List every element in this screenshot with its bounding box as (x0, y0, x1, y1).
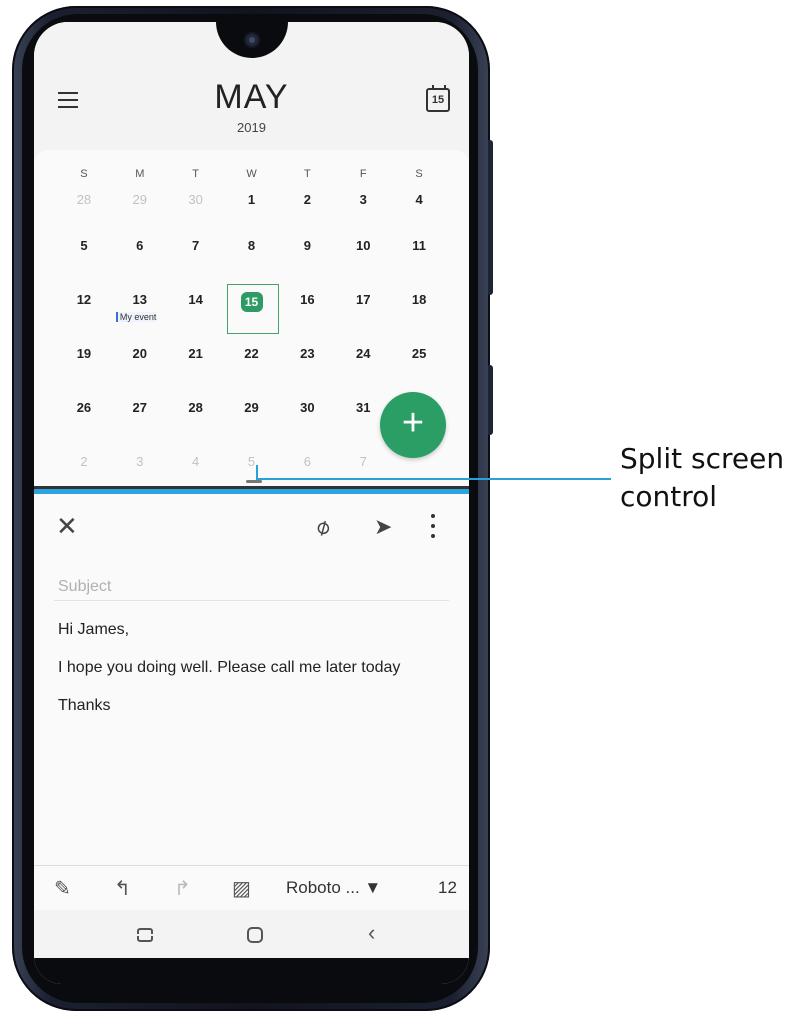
formatting-toolbar: ✎ ↰ ↱ ▨ Roboto ... ▼ 12 (34, 865, 469, 910)
month-title[interactable]: MAY (34, 78, 469, 117)
calendar-day[interactable]: 29 (224, 392, 280, 446)
more-options-icon[interactable] (430, 514, 436, 538)
redo-icon[interactable]: ↱ (174, 876, 191, 901)
calendar-day[interactable]: 30 (279, 392, 335, 446)
recent-apps-icon[interactable] (137, 928, 153, 942)
power-button (488, 365, 493, 435)
calendar-day[interactable]: 29 (112, 188, 168, 230)
add-event-button[interactable]: + (380, 392, 446, 458)
calendar-day[interactable]: 13 My event (112, 284, 168, 338)
calendar-month-view: S M T W T F S 28 29 30 1 2 3 4 5 6 7 8 9… (34, 150, 469, 488)
calendar-day[interactable]: 7 (168, 230, 224, 284)
message-signoff: Thanks (58, 697, 111, 714)
callout-line-2: control (620, 480, 718, 513)
message-body[interactable]: Hi James, I hope you doing well. Please … (58, 620, 448, 734)
calendar-week: 5 6 7 8 9 10 11 (56, 230, 447, 284)
calendar-grid: 28 29 30 1 2 3 4 5 6 7 8 9 10 11 12 13 M… (56, 188, 447, 500)
calendar-day[interactable]: 25 (391, 338, 447, 392)
weekday-label: F (359, 168, 367, 180)
font-selector[interactable]: Roboto ... ▼ (286, 878, 381, 898)
today-calendar-icon[interactable]: 15 (426, 85, 450, 112)
weekday-label: S (415, 168, 423, 180)
calendar-day[interactable]: 30 (168, 188, 224, 230)
attach-icon[interactable]: ⌀ (310, 512, 334, 541)
home-icon[interactable] (247, 927, 263, 943)
callout-line-1: Split screen (620, 442, 785, 475)
calendar-day[interactable]: 3 (335, 188, 391, 230)
calendar-week: 28 29 30 1 2 3 4 (56, 188, 447, 230)
subject-field[interactable]: Subject (58, 578, 111, 596)
calendar-day[interactable]: 27 (112, 392, 168, 446)
calendar-day[interactable]: 21 (168, 338, 224, 392)
selected-day-outline (226, 284, 279, 334)
compose-toolbar: ✕ ⌀ ➤ (34, 494, 469, 560)
calendar-day-number: 13 (132, 292, 148, 307)
calendar-day[interactable]: 22 (224, 338, 280, 392)
calendar-day[interactable]: 8 (224, 230, 280, 284)
calendar-day[interactable]: 11 (391, 230, 447, 284)
insert-image-icon[interactable]: ▨ (232, 876, 251, 901)
navigation-bar: ‹ (34, 910, 469, 958)
split-screen-divider[interactable] (34, 486, 469, 494)
volume-button (488, 140, 493, 295)
calendar-day[interactable]: 16 (279, 284, 335, 338)
calendar-day[interactable]: 6 (112, 230, 168, 284)
weekday-header: S M T W T F S (34, 168, 469, 180)
phone-screen: MAY 2019 15 S M T W T F S 28 29 30 1 2 3… (34, 22, 469, 984)
send-icon[interactable]: ➤ (374, 514, 392, 540)
calendar-day[interactable]: 26 (56, 392, 112, 446)
back-icon[interactable]: ‹ (368, 920, 375, 946)
calendar-day[interactable]: 20 (112, 338, 168, 392)
calendar-day[interactable]: 12 (56, 284, 112, 338)
calendar-week: 19 20 21 22 23 24 25 (56, 338, 447, 392)
calendar-day[interactable]: 17 (335, 284, 391, 338)
calendar-day[interactable]: 2 (279, 188, 335, 230)
calendar-day[interactable]: 19 (56, 338, 112, 392)
calendar-day[interactable]: 10 (335, 230, 391, 284)
weekday-label: T (304, 168, 311, 180)
calendar-day[interactable]: 9 (279, 230, 335, 284)
calendar-day-today[interactable]: 15 (224, 284, 280, 338)
close-icon[interactable]: ✕ (56, 513, 78, 539)
subject-divider (54, 600, 449, 601)
event-chip[interactable]: My event (115, 312, 157, 322)
calendar-day[interactable]: 1 (224, 188, 280, 230)
calendar-day[interactable]: 24 (335, 338, 391, 392)
font-size-selector[interactable]: 12 (438, 878, 457, 898)
weekday-label: S (80, 168, 88, 180)
calendar-day[interactable]: 18 (391, 284, 447, 338)
calendar-day[interactable]: 14 (168, 284, 224, 338)
message-greeting: Hi James, (58, 621, 130, 638)
pen-icon[interactable]: ✎ (54, 876, 71, 901)
email-compose-pane: ✕ ⌀ ➤ Subject Hi James, I hope you doing… (34, 494, 469, 902)
year-label: 2019 (237, 120, 266, 135)
message-text: I hope you doing well. Please call me la… (58, 659, 401, 676)
calendar-day[interactable]: 28 (56, 188, 112, 230)
split-screen-handle[interactable] (246, 480, 262, 483)
calendar-day[interactable]: 5 (56, 230, 112, 284)
calendar-day[interactable]: 28 (168, 392, 224, 446)
split-screen-callout: Split screen control (620, 440, 784, 516)
calendar-day[interactable]: 4 (391, 188, 447, 230)
calendar-day[interactable]: 23 (279, 338, 335, 392)
callout-line (256, 478, 611, 480)
screen-bottom-edge (34, 958, 469, 984)
calendar-week: 12 13 My event 14 15 16 17 18 (56, 284, 447, 338)
weekday-label: T (192, 168, 200, 180)
undo-icon[interactable]: ↰ (114, 876, 131, 901)
weekday-label: M (135, 168, 145, 180)
front-camera-icon (244, 32, 260, 48)
weekday-label: W (246, 168, 257, 180)
